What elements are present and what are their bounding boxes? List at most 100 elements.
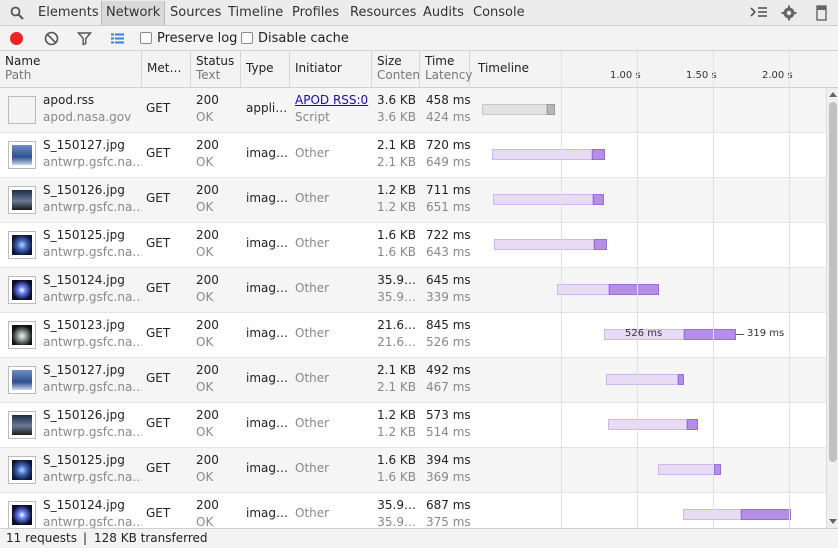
tab-elements[interactable]: Elements xyxy=(38,5,99,20)
timeline-download-bar[interactable] xyxy=(592,149,605,160)
name-cell[interactable]: S_150124.jpg antwrp.gsfc.na… xyxy=(0,493,142,528)
timeline-download-bar[interactable] xyxy=(593,194,604,205)
column-size-label: Size xyxy=(377,54,402,68)
table-row[interactable]: S_150124.jpg antwrp.gsfc.na… GET 200 OK imag…… xyxy=(0,268,826,313)
status-text: OK xyxy=(196,245,214,259)
preserve-log-label[interactable]: Preserve log xyxy=(157,31,237,46)
timeline-download-bar[interactable] xyxy=(741,509,791,520)
table-row[interactable]: S_150127.jpg antwrp.gsfc.na… GET 200 OK imag…… xyxy=(0,133,826,178)
record-button[interactable] xyxy=(10,32,23,45)
request-name: S_150125.jpg xyxy=(43,453,125,467)
request-type: imag… xyxy=(246,191,288,205)
tab-timeline[interactable]: Timeline xyxy=(228,5,283,20)
tab-network[interactable]: Network xyxy=(101,1,166,25)
name-cell[interactable]: S_150124.jpg antwrp.gsfc.na… xyxy=(0,268,142,313)
initiator: Other xyxy=(295,506,330,520)
timeline-latency-bar[interactable] xyxy=(493,194,593,205)
column-time[interactable]: Time Latency xyxy=(420,51,472,88)
name-cell[interactable]: S_150125.jpg antwrp.gsfc.na… xyxy=(0,223,142,268)
table-row[interactable]: S_150126.jpg antwrp.gsfc.na… GET 200 OK imag…… xyxy=(0,178,826,223)
time-cell: 492 ms 467 ms xyxy=(420,358,470,403)
dock-side-icon[interactable] xyxy=(812,5,830,21)
name-cell[interactable]: S_150125.jpg antwrp.gsfc.na… xyxy=(0,448,142,493)
table-row[interactable]: apod.rss apod.nasa.gov GET 200 OK appli… APOD … xyxy=(0,88,826,133)
name-cell[interactable]: S_150123.jpg antwrp.gsfc.na… xyxy=(0,313,142,358)
timeline-download-bar[interactable] xyxy=(687,419,698,430)
table-row[interactable]: S_150127.jpg antwrp.gsfc.na… GET 200 OK imag…… xyxy=(0,358,826,403)
status-cell: 200 OK xyxy=(191,448,241,493)
timeline-latency-bar[interactable] xyxy=(494,239,594,250)
timeline-download-bar[interactable] xyxy=(684,329,736,340)
show-drawer-icon[interactable] xyxy=(750,5,768,21)
request-method: GET xyxy=(146,191,171,205)
disable-cache-label[interactable]: Disable cache xyxy=(258,31,349,46)
table-row[interactable]: S_150126.jpg antwrp.gsfc.na… GET 200 OK imag…… xyxy=(0,403,826,448)
gear-icon[interactable] xyxy=(780,5,798,21)
request-latency: 369 ms xyxy=(426,470,470,484)
request-name: S_150125.jpg xyxy=(43,228,125,242)
tab-sources[interactable]: Sources xyxy=(170,5,221,20)
request-time: 492 ms xyxy=(426,363,470,377)
scroll-down-arrow-icon[interactable] xyxy=(829,519,837,524)
timeline-latency-bar[interactable] xyxy=(608,419,687,430)
name-cell[interactable]: S_150127.jpg antwrp.gsfc.na… xyxy=(0,133,142,178)
status-code: 200 xyxy=(196,363,219,377)
column-status[interactable]: Status Text xyxy=(191,51,241,88)
timeline-latency-bar[interactable] xyxy=(658,464,714,475)
column-initiator[interactable]: Initiator xyxy=(290,51,372,88)
content-size: 35.9… xyxy=(377,290,416,304)
column-type[interactable]: Type xyxy=(241,51,290,88)
timeline-latency-bar[interactable] xyxy=(683,509,741,520)
column-timeline[interactable]: Timeline 1.00 s 1.50 s 2.00 s xyxy=(470,51,838,88)
initiator-cell: Other xyxy=(290,133,372,178)
tab-audits[interactable]: Audits xyxy=(423,5,464,20)
search-icon[interactable] xyxy=(10,6,24,20)
status-text: OK xyxy=(196,290,214,304)
table-row[interactable]: S_150124.jpg antwrp.gsfc.na… GET 200 OK imag…… xyxy=(0,493,826,528)
timeline-latency-bar[interactable] xyxy=(482,104,547,115)
initiator-cell[interactable]: APOD RSS:0 Script xyxy=(290,88,372,133)
request-time: 645 ms xyxy=(426,273,470,287)
timeline-download-bar[interactable] xyxy=(714,464,721,475)
initiator[interactable]: APOD RSS:0 xyxy=(295,93,368,107)
request-type: appli… xyxy=(246,101,288,115)
request-method: GET xyxy=(146,371,171,385)
name-cell[interactable]: S_150127.jpg antwrp.gsfc.na… xyxy=(0,358,142,403)
timeline-download-bar[interactable] xyxy=(547,104,555,115)
type-cell: appli… xyxy=(241,88,290,133)
table-row[interactable]: S_150123.jpg antwrp.gsfc.na… GET 200 OK imag…… xyxy=(0,313,826,358)
timeline-download-bar[interactable] xyxy=(594,239,607,250)
time-cell: 458 ms 424 ms xyxy=(420,88,470,133)
table-row[interactable]: S_150125.jpg antwrp.gsfc.na… GET 200 OK imag…… xyxy=(0,448,826,493)
tab-console[interactable]: Console xyxy=(473,5,525,20)
image-thumbnail-icon xyxy=(8,321,36,349)
timeline-latency-bar[interactable] xyxy=(492,149,592,160)
preserve-log-checkbox[interactable] xyxy=(140,32,152,44)
name-cell[interactable]: S_150126.jpg antwrp.gsfc.na… xyxy=(0,178,142,223)
column-size[interactable]: Size Conten xyxy=(372,51,420,88)
name-cell[interactable]: S_150126.jpg antwrp.gsfc.na… xyxy=(0,403,142,448)
table-row[interactable]: S_150125.jpg antwrp.gsfc.na… GET 200 OK imag…… xyxy=(0,223,826,268)
request-list: apod.rss apod.nasa.gov GET 200 OK appli… APOD … xyxy=(0,88,826,528)
column-method[interactable]: Met… xyxy=(142,51,191,88)
timeline-latency-bar[interactable] xyxy=(606,374,678,385)
timeline-gridline xyxy=(637,51,638,528)
vertical-scrollbar[interactable] xyxy=(826,88,838,528)
name-cell[interactable]: apod.rss apod.nasa.gov xyxy=(0,88,142,133)
disable-cache-checkbox[interactable] xyxy=(241,32,253,44)
request-method: GET xyxy=(146,101,171,115)
tab-resources[interactable]: Resources xyxy=(350,5,416,20)
request-method: GET xyxy=(146,146,171,160)
scroll-up-arrow-icon[interactable] xyxy=(829,92,837,97)
timeline-download-bar[interactable] xyxy=(609,284,659,295)
tab-profiles[interactable]: Profiles xyxy=(292,5,339,20)
clear-icon[interactable] xyxy=(44,31,59,46)
timeline-download-bar[interactable] xyxy=(678,374,684,385)
column-name[interactable]: Name Path xyxy=(0,51,142,88)
request-method: GET xyxy=(146,326,171,340)
scrollbar-thumb[interactable] xyxy=(829,102,837,462)
large-rows-icon[interactable] xyxy=(110,31,125,46)
timeline-latency-bar[interactable] xyxy=(557,284,609,295)
filter-icon[interactable] xyxy=(77,31,92,46)
type-cell: imag… xyxy=(241,493,290,528)
